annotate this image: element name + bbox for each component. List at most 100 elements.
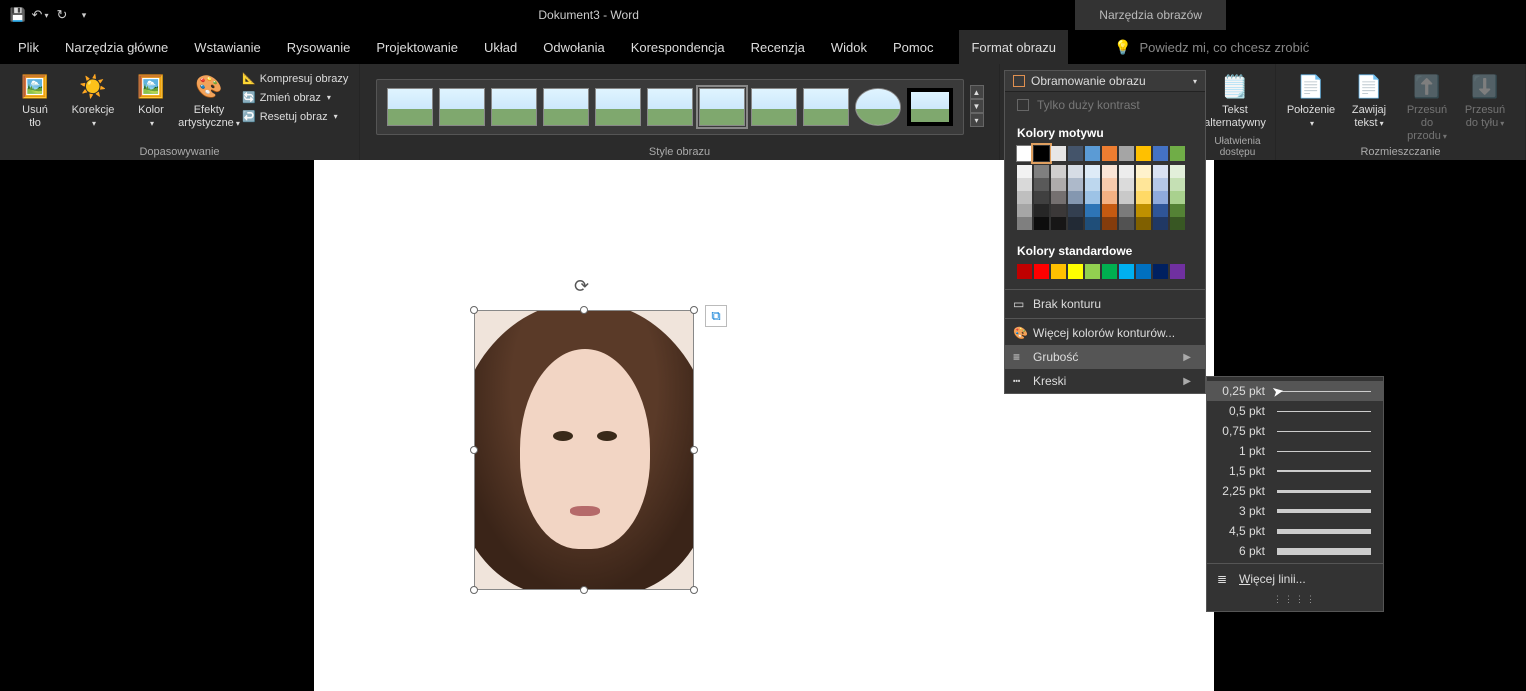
color-swatch[interactable] [1085,191,1100,204]
more-colors-item[interactable]: 🎨 Więcej kolorów konturów... [1005,321,1205,345]
style-thumb[interactable] [595,88,641,126]
color-swatch[interactable] [1017,178,1032,191]
color-swatch[interactable] [1119,178,1134,191]
more-lines-item[interactable]: ≣Więcej linii... [1207,566,1383,592]
color-swatch[interactable] [1034,165,1049,178]
dropdown-header[interactable]: Obramowanie obrazu ▾ [1005,71,1205,92]
color-swatch[interactable] [1034,146,1049,161]
resize-handle[interactable] [470,586,478,594]
tab-format[interactable]: Format obrazu [959,30,1068,64]
rotate-handle-icon[interactable]: ⟳ [574,276,589,297]
color-swatch[interactable] [1051,165,1066,178]
gallery-expand-icon[interactable]: ▾ [970,113,984,127]
resize-handle[interactable] [580,306,588,314]
color-swatch[interactable] [1068,178,1083,191]
style-thumb[interactable] [751,88,797,126]
no-outline-item[interactable]: ▭ Brak konturu [1005,292,1205,316]
color-swatch[interactable] [1170,264,1185,279]
remove-background-button[interactable]: 🖼️ Usuń tło [10,68,60,130]
color-swatch[interactable] [1017,191,1032,204]
tab-home[interactable]: Narzędzia główne [65,30,168,64]
tab-mailings[interactable]: Korespondencja [631,30,725,64]
color-swatch[interactable] [1068,264,1083,279]
color-swatch[interactable] [1102,204,1117,217]
alt-text-button[interactable]: 🗒️ Tekst alternatywny [1210,68,1260,130]
color-swatch[interactable] [1034,191,1049,204]
tab-layout[interactable]: Układ [484,30,517,64]
color-swatch[interactable] [1085,178,1100,191]
style-thumb[interactable] [439,88,485,126]
color-swatch[interactable] [1102,178,1117,191]
color-swatch[interactable] [1102,165,1117,178]
color-swatch[interactable] [1170,178,1185,191]
color-swatch[interactable] [1034,204,1049,217]
color-swatch[interactable] [1085,165,1100,178]
color-swatch[interactable] [1170,191,1185,204]
style-thumb-selected[interactable] [699,88,745,126]
tab-references[interactable]: Odwołania [543,30,604,64]
tab-insert[interactable]: Wstawianie [194,30,260,64]
weight-item[interactable]: ≡ Grubość ▶ [1005,345,1205,369]
weight-option[interactable]: 1,5 pkt [1207,461,1383,481]
style-thumb[interactable] [543,88,589,126]
resize-handle[interactable] [690,306,698,314]
resize-handle[interactable] [470,306,478,314]
weight-option[interactable]: 6 pkt [1207,541,1383,561]
weight-option[interactable]: 3 pkt [1207,501,1383,521]
color-swatch[interactable] [1170,204,1185,217]
change-picture-button[interactable]: 🔄Zmień obraz▾ [242,91,348,104]
tell-me-search[interactable]: 💡 Powiedz mi, co chcesz zrobić [1114,39,1309,56]
color-swatch[interactable] [1119,165,1134,178]
tab-view[interactable]: Widok [831,30,867,64]
color-swatch[interactable] [1085,146,1100,161]
style-thumb[interactable] [387,88,433,126]
color-swatch[interactable] [1068,217,1083,230]
color-swatch[interactable] [1068,204,1083,217]
dashes-item[interactable]: ┅ Kreski ▶ [1005,369,1205,393]
color-swatch[interactable] [1136,146,1151,161]
color-swatch[interactable] [1017,264,1032,279]
color-swatch[interactable] [1102,146,1117,161]
color-swatch[interactable] [1136,191,1151,204]
weight-option[interactable]: 4,5 pkt [1207,521,1383,541]
color-swatch[interactable] [1136,264,1151,279]
color-swatch[interactable] [1170,146,1185,161]
resize-handle[interactable] [580,586,588,594]
color-swatch[interactable] [1153,204,1168,217]
color-swatch[interactable] [1153,178,1168,191]
style-thumb[interactable] [907,88,953,126]
color-swatch[interactable] [1136,217,1151,230]
color-swatch[interactable] [1051,178,1066,191]
weight-option[interactable]: 1 pkt [1207,441,1383,461]
color-swatch[interactable] [1034,178,1049,191]
tab-draw[interactable]: Rysowanie [287,30,351,64]
style-thumb[interactable] [491,88,537,126]
tab-file[interactable]: Plik [18,30,39,64]
color-swatch[interactable] [1153,191,1168,204]
redo-icon[interactable]: ↻ [54,7,70,23]
flyout-grip-icon[interactable]: ⋮⋮⋮⋮ [1207,592,1383,607]
color-swatch[interactable] [1153,165,1168,178]
color-swatch[interactable] [1119,217,1134,230]
resize-handle[interactable] [690,446,698,454]
style-thumb[interactable] [647,88,693,126]
color-swatch[interactable] [1085,217,1100,230]
corrections-button[interactable]: ☀️ Korekcje ▾ [68,68,118,130]
artistic-effects-button[interactable]: 🎨 Efekty artystyczne▾ [184,68,234,130]
save-icon[interactable]: 💾 [10,7,26,23]
color-swatch[interactable] [1051,146,1066,161]
color-swatch[interactable] [1153,217,1168,230]
color-swatch[interactable] [1017,217,1032,230]
send-backward-button[interactable]: ⬇️ Przesuń do tyłu▾ [1460,68,1510,130]
layout-options-icon[interactable]: ⧉ [705,305,727,327]
tab-design[interactable]: Projektowanie [376,30,458,64]
weight-option[interactable]: 0,75 pkt [1207,421,1383,441]
color-swatch[interactable] [1017,204,1032,217]
bring-forward-button[interactable]: ⬆️ Przesuń do przodu▾ [1402,68,1452,143]
color-swatch[interactable] [1119,204,1134,217]
color-swatch[interactable] [1068,191,1083,204]
selected-image[interactable]: ⟳ ⧉ [474,310,694,590]
color-swatch[interactable] [1119,191,1134,204]
position-button[interactable]: 📄 Położenie ▾ [1286,68,1336,130]
color-swatch[interactable] [1153,146,1168,161]
